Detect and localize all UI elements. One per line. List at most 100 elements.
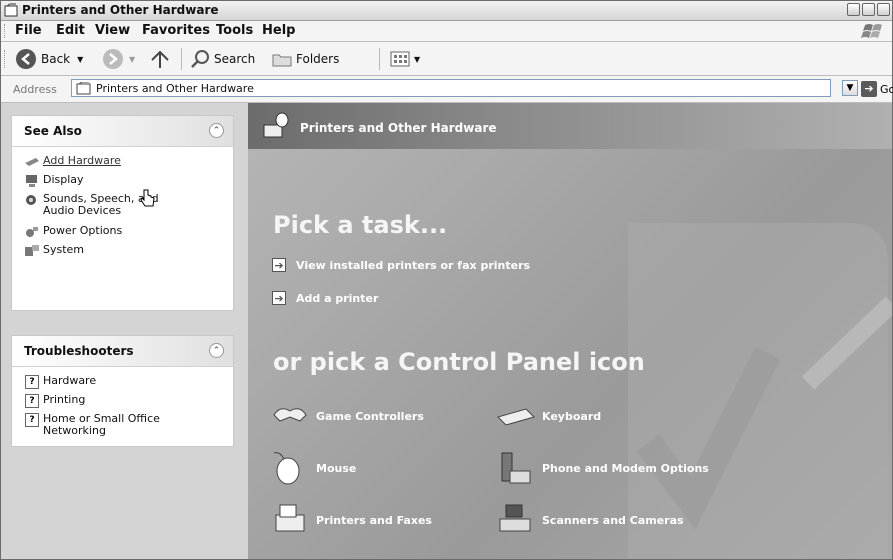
printer-folder-icon	[4, 3, 18, 17]
address-label: Address	[13, 83, 57, 96]
folders-button[interactable]: Folders	[271, 48, 339, 70]
menu-tools[interactable]: Tools	[216, 23, 253, 38]
address-dropdown-button[interactable]: ▼	[842, 80, 858, 96]
scanners-cameras-item[interactable]: Scanners and Cameras	[496, 501, 684, 539]
add-hardware-link[interactable]: Add Hardware	[12, 153, 233, 172]
search-button[interactable]: Search	[189, 48, 255, 70]
help-question-icon: ?	[25, 394, 39, 408]
phone-modem-label: Phone and Modem Options	[542, 461, 709, 475]
printer-mouse-icon	[263, 112, 289, 138]
toolbar-separator	[181, 48, 182, 70]
networking-troubleshooter-link[interactable]: ? Home or Small Office Networking	[12, 411, 233, 441]
task-pane: See Also ⌃ Add Hardware Display Sounds, …	[1, 103, 248, 559]
sounds-link[interactable]: Sounds, Speech, and Audio Devices	[12, 191, 233, 223]
power-options-link[interactable]: Power Options	[12, 223, 233, 242]
views-icon	[390, 51, 410, 67]
window-title: Printers and Other Hardware	[22, 3, 219, 17]
address-bar: Address Printers and Other Hardware ▼ ➔ …	[1, 76, 893, 103]
maximize-button[interactable]	[862, 3, 875, 16]
troubleshooters-title: Troubleshooters	[24, 344, 134, 358]
scanner-camera-icon	[499, 504, 531, 532]
menu-file[interactable]: File	[15, 23, 42, 38]
forward-button[interactable]: ▼	[102, 48, 135, 70]
back-dropdown-icon[interactable]: ▼	[77, 55, 83, 64]
system-icon	[25, 245, 39, 256]
phone-modem-item[interactable]: Phone and Modem Options	[496, 449, 709, 487]
views-dropdown-icon[interactable]: ▼	[414, 55, 420, 64]
pick-task-heading: Pick a task...	[273, 211, 448, 239]
forward-dropdown-icon[interactable]: ▼	[129, 55, 135, 64]
toolbar-separator	[379, 48, 380, 70]
title-bar[interactable]: Printers and Other Hardware	[1, 1, 892, 21]
windows-logo-icon	[861, 24, 882, 38]
printer-folder-icon	[76, 82, 91, 95]
troubleshooters-panel: Troubleshooters ⌃ ? Hardware ? Printing …	[11, 335, 234, 447]
folders-icon	[272, 54, 292, 67]
menu-edit[interactable]: Edit	[56, 23, 85, 38]
printing-troubleshooter-link[interactable]: ? Printing	[12, 392, 233, 411]
search-icon	[191, 50, 209, 68]
menu-favorites[interactable]: Favorites	[142, 23, 210, 38]
search-label: Search	[214, 52, 256, 66]
printing-troubleshooter-label: Printing	[43, 393, 86, 406]
category-title: Printers and Other Hardware	[300, 121, 497, 135]
mouse-icon	[273, 452, 300, 485]
collapse-chevron-icon[interactable]: ⌃	[209, 123, 224, 138]
printers-faxes-label: Printers and Faxes	[316, 513, 432, 527]
see-also-header[interactable]: See Also ⌃	[12, 116, 233, 147]
address-input[interactable]: Printers and Other Hardware	[71, 79, 831, 97]
back-arrow-icon	[16, 49, 36, 69]
game-controllers-item[interactable]: Game Controllers	[270, 397, 424, 435]
menu-view[interactable]: View	[95, 23, 130, 38]
display-icon	[26, 175, 37, 187]
explorer-window: Printers and Other Hardware File Edit Vi…	[0, 0, 893, 560]
networking-troubleshooter-label: Home or Small Office Networking	[43, 412, 160, 437]
display-link[interactable]: Display	[12, 172, 233, 191]
category-header: Printers and Other Hardware	[248, 103, 892, 149]
view-printers-task[interactable]: ➔ View installed printers or fax printer…	[272, 258, 530, 272]
scanners-cameras-label: Scanners and Cameras	[542, 513, 684, 527]
system-label: System	[43, 243, 85, 256]
pick-icon-heading: or pick a Control Panel icon	[273, 348, 645, 376]
hand-cursor-icon	[140, 189, 155, 207]
back-label: Back	[41, 52, 71, 66]
menu-grip[interactable]	[4, 24, 8, 38]
troubleshooters-header[interactable]: Troubleshooters ⌃	[12, 336, 233, 367]
forward-arrow-icon	[103, 49, 123, 69]
printer-fax-icon	[275, 504, 305, 532]
menu-bar: File Edit View Favorites Tools Help	[1, 21, 892, 42]
task-arrow-icon: ➔	[272, 258, 286, 272]
sounds-icon	[26, 195, 36, 205]
sounds-label: Sounds, Speech, and Audio Devices	[43, 192, 159, 217]
up-folder-icon	[151, 50, 169, 68]
up-folder-button[interactable]	[149, 48, 171, 70]
power-options-label: Power Options	[43, 224, 123, 237]
address-value: Printers and Other Hardware	[96, 82, 254, 95]
hardware-troubleshooter-link[interactable]: ? Hardware	[12, 373, 233, 392]
mouse-item[interactable]: Mouse	[270, 449, 356, 487]
toolbar-grip[interactable]	[4, 50, 8, 68]
printers-faxes-item[interactable]: Printers and Faxes	[270, 501, 432, 539]
close-button[interactable]	[877, 3, 890, 16]
views-button[interactable]: ▼	[389, 48, 420, 70]
keyboard-icon	[497, 408, 535, 426]
keyboard-label: Keyboard	[542, 409, 602, 423]
see-also-panel: See Also ⌃ Add Hardware Display Sounds, …	[11, 115, 234, 311]
collapse-chevron-icon[interactable]: ⌃	[209, 343, 224, 358]
go-label: Go	[880, 82, 893, 96]
system-link[interactable]: System	[12, 242, 233, 261]
game-controllers-label: Game Controllers	[316, 409, 424, 423]
display-label: Display	[43, 173, 84, 186]
minimize-button[interactable]	[847, 3, 860, 16]
view-printers-label: View installed printers or fax printers	[296, 258, 531, 272]
power-options-icon	[26, 227, 38, 237]
menu-help[interactable]: Help	[262, 23, 295, 38]
content-pane: Printers and Other Hardware Pick a task.…	[248, 103, 892, 559]
help-question-icon: ?	[25, 375, 39, 389]
back-button[interactable]: Back ▼	[15, 48, 83, 70]
keyboard-item[interactable]: Keyboard	[496, 397, 601, 435]
task-arrow-icon: ➔	[272, 291, 286, 305]
go-button[interactable]: ➔ Go	[861, 79, 893, 99]
add-printer-task[interactable]: ➔ Add a printer	[272, 291, 378, 305]
go-arrow-icon: ➔	[861, 81, 877, 97]
